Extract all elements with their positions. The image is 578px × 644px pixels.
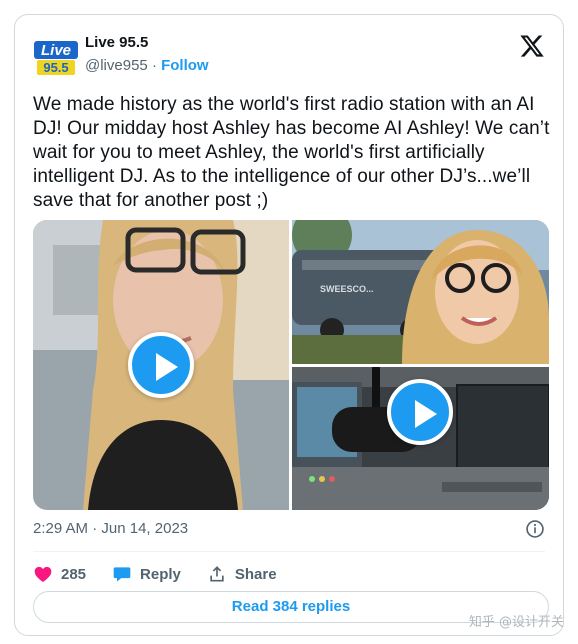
- account-handle[interactable]: @live955: [85, 57, 148, 74]
- divider: [33, 551, 545, 552]
- account-name[interactable]: Live 95.5: [85, 33, 209, 53]
- avatar[interactable]: Live 95.5: [33, 35, 79, 81]
- x-logo-icon[interactable]: [519, 33, 545, 59]
- reply-label: Reply: [140, 565, 181, 583]
- tweet-date: Jun 14, 2023: [101, 520, 189, 537]
- reply-button[interactable]: Reply: [112, 564, 181, 584]
- account-info: Live 95.5 @live955 · Follow: [85, 33, 209, 76]
- tweet-header: Live 95.5 Live 95.5 @live955 · Follow: [33, 33, 545, 83]
- tweet-text: We made history as the world's first rad…: [33, 94, 550, 211]
- media-grid: SWEESCO...: [33, 220, 549, 510]
- watermark: 知乎 @设计开关: [468, 615, 564, 630]
- date-separator: ·: [92, 520, 98, 537]
- play-icon[interactable]: [128, 332, 194, 398]
- logo-text-bottom: 95.5: [43, 60, 68, 75]
- tweet-timestamp[interactable]: 2:29 AM · Jun 14, 2023: [33, 519, 188, 539]
- tweet-card: Live 95.5 Live 95.5 @live955 · Follow We…: [14, 14, 564, 636]
- bus-sign: SWEESCO...: [320, 284, 374, 294]
- video-studio-microphone[interactable]: [292, 367, 549, 510]
- handle-line: @live955 · Follow: [85, 56, 209, 76]
- handle-separator: ·: [151, 57, 157, 74]
- info-icon[interactable]: [525, 519, 545, 539]
- heart-icon: [33, 564, 53, 584]
- video-ashley-selfie[interactable]: [33, 220, 289, 510]
- play-icon[interactable]: [387, 379, 453, 445]
- share-icon: [207, 564, 227, 584]
- tweet-time: 2:29 AM: [33, 520, 89, 537]
- like-count: 285: [61, 565, 87, 583]
- reply-bubble-icon: [112, 564, 132, 584]
- logo-text-top: Live: [41, 42, 71, 59]
- action-bar: 285 Reply Share: [33, 561, 303, 587]
- share-button[interactable]: Share: [207, 564, 277, 584]
- image-ai-ashley[interactable]: SWEESCO...: [292, 220, 549, 364]
- share-label: Share: [234, 565, 277, 583]
- follow-button[interactable]: Follow: [161, 57, 209, 74]
- like-button[interactable]: 285: [33, 564, 86, 584]
